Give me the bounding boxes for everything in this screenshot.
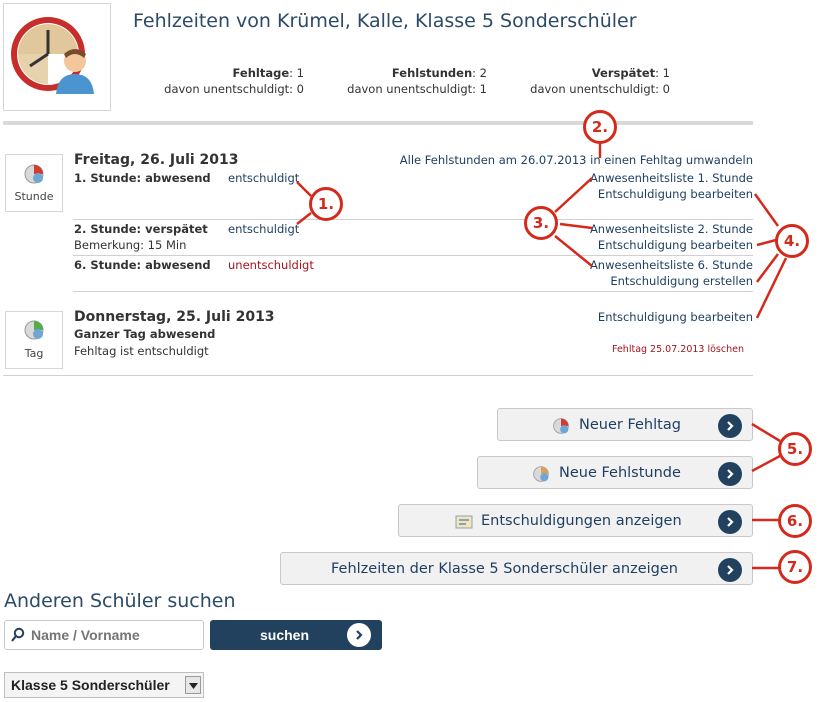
search-button[interactable]: suchen (210, 620, 382, 650)
callout-7: 7. (778, 550, 812, 584)
chevron-down-icon (185, 676, 201, 694)
callout-1: 1. (309, 187, 343, 221)
search-heading: Anderen Schüler suchen (4, 590, 236, 612)
chevron-right-icon (347, 623, 371, 647)
callout-4: 4. (775, 224, 809, 258)
class-select[interactable]: Klasse 5 Sonderschüler (4, 672, 204, 698)
callout-2: 2. (583, 110, 617, 144)
search-input[interactable] (4, 620, 204, 650)
search-icon (11, 627, 25, 642)
class-select-value: Klasse 5 Sonderschüler (11, 677, 170, 693)
callout-5: 5. (778, 432, 812, 466)
callout-3: 3. (524, 206, 558, 240)
search-button-label: suchen (260, 627, 310, 643)
callout-6: 6. (778, 504, 812, 538)
